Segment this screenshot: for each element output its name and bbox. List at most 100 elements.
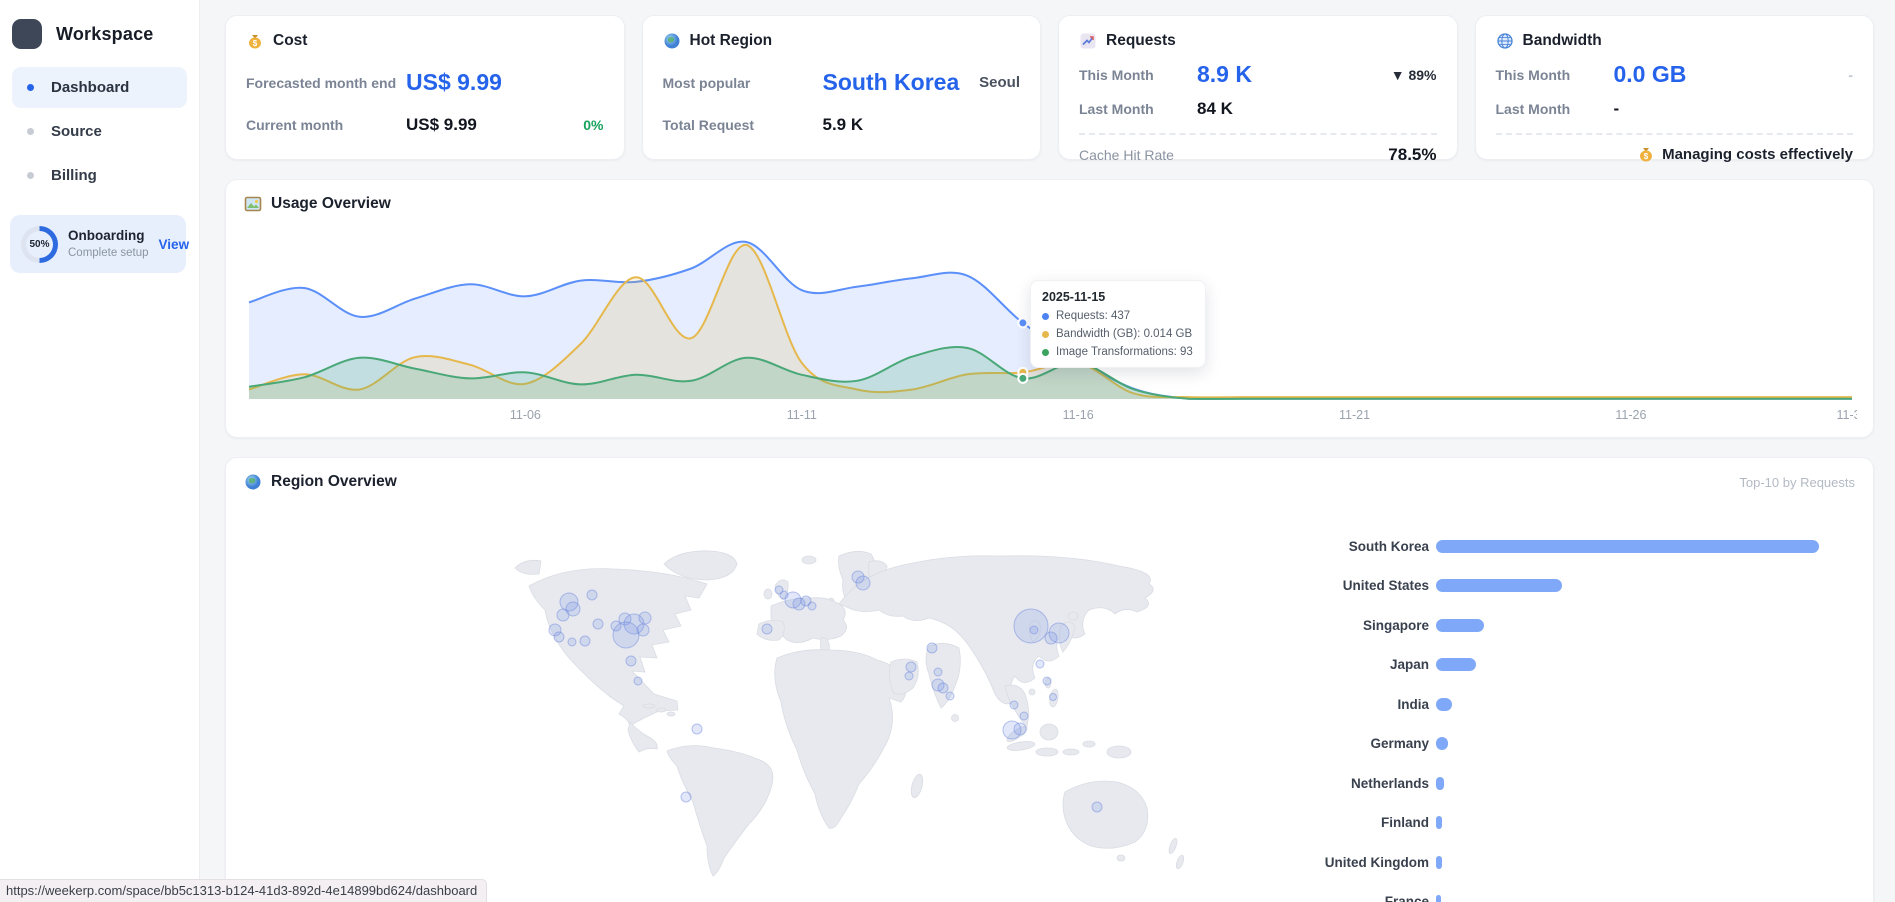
panel-title: Region Overview [271,473,397,491]
region-bar-label: United States [1210,578,1429,593]
map-bubble [1003,721,1021,739]
row-label: Last Month [1496,101,1614,117]
region-bar-row: Netherlands [1210,773,1860,793]
cost-change-badge: 0% [583,117,603,133]
map-bubble [1036,660,1044,668]
popular-region-value: South Korea [823,69,960,96]
map-bubble [580,636,590,646]
tooltip-row-label: Image Transformations: 93 [1056,346,1193,358]
region-bar[interactable] [1436,658,1476,671]
map-bubble [681,792,691,802]
row-label: This Month [1496,67,1614,83]
region-bar-row: India [1210,694,1860,714]
map-bubble [1045,632,1057,644]
globe-icon [663,32,681,50]
map-bubble [1020,712,1028,720]
map-bubble [1092,802,1102,812]
map-bubble [568,638,576,646]
region-bar-row: United Kingdom [1210,852,1860,872]
row-label: Current month [246,117,406,133]
money-bag-icon: $ [1637,145,1655,163]
region-bar-chart: South Korea United States Singapore Japan In… [1210,536,1860,902]
region-bar[interactable] [1436,619,1484,632]
map-bubble [1050,694,1057,701]
region-bar[interactable] [1436,816,1442,829]
workspace-name: Workspace [56,24,154,45]
total-request-value: 5.9 K [823,115,864,135]
map-bubble [557,609,569,621]
region-bar[interactable] [1436,698,1452,711]
map-bubble [934,668,942,676]
sidebar-item-source[interactable]: Source [12,111,187,152]
forecast-value: US$ 9.99 [406,69,502,96]
link-status-url: https://weekerp.com/space/bb5c1313-b124-… [0,879,487,902]
region-bar[interactable] [1436,856,1442,869]
workspace-header[interactable]: Workspace [0,0,199,63]
bandwidth-last-month-value: - [1614,99,1620,119]
hover-marker-icon [1018,374,1027,383]
map-bubble [905,672,913,680]
map-bubble [1010,701,1018,709]
tooltip-row: Requests: 437 [1042,310,1194,322]
bandwidth-card: Bandwidth This Month 0.0 GB - Last Month… [1475,15,1875,160]
onboarding-card[interactable]: 50% Onboarding Complete setup View [10,215,186,273]
row-label: This Month [1079,67,1197,83]
world-map [509,546,1192,886]
sidebar-item-billing[interactable]: Billing [12,155,187,196]
series-dot-icon [1042,331,1049,338]
x-axis-tick: 11-11 [787,408,817,422]
region-bar-row: Singapore [1210,615,1860,635]
region-bar[interactable] [1436,777,1444,790]
map-bubble [587,590,597,600]
tooltip-row-label: Requests: 437 [1056,310,1130,322]
sidebar-nav: Dashboard Source Billing [0,63,199,203]
onboarding-progress-value: 50% [26,231,53,258]
onboarding-view-link[interactable]: View [159,237,190,252]
map-bubble [938,683,948,693]
row-label: Total Request [663,117,823,133]
region-bar-label: Japan [1210,657,1429,672]
region-bar[interactable] [1436,895,1441,902]
requests-last-month-value: 84 K [1197,99,1233,119]
card-title: Requests [1106,32,1176,50]
onboarding-subtitle: Complete setup [68,247,149,260]
region-bar-label: United Kingdom [1210,855,1429,870]
chart-up-icon [1079,32,1097,50]
row-label: Most popular [663,75,823,91]
current-month-value: US$ 9.99 [406,115,477,135]
region-bar-row: South Korea [1210,536,1860,556]
stat-cards-row: $ Cost Forecasted month end US$ 9.99 Cur… [225,15,1874,160]
nav-dot-icon [27,172,34,179]
nav-dot-icon [27,128,34,135]
map-bubble [626,656,636,666]
chart-tooltip: 2025-11-15 Requests: 437 Bandwidth (GB):… [1030,280,1206,368]
region-bar-label: Germany [1210,736,1429,751]
onboarding-progress-ring: 50% [21,226,58,263]
card-divider [1496,133,1854,135]
nav-dot-icon [27,84,34,91]
card-divider [1079,133,1437,135]
map-bubble [692,724,702,734]
bandwidth-footer-note: Managing costs effectively [1662,146,1853,163]
region-bar[interactable] [1436,579,1562,592]
map-bubble [856,576,870,590]
map-bubble [1043,677,1051,685]
cache-hit-label: Cache Hit Rate [1079,147,1174,163]
region-bar-label: South Korea [1210,539,1429,554]
region-bar[interactable] [1436,540,1819,553]
x-axis-tick: 11-30 [1836,408,1857,422]
map-bubble [593,619,603,629]
tooltip-date: 2025-11-15 [1042,290,1194,304]
map-bubble [906,662,916,672]
picture-icon [244,195,262,213]
sidebar-item-label: Source [51,123,102,140]
globe-meridians-icon [1496,32,1514,50]
onboarding-texts: Onboarding Complete setup [68,229,149,259]
svg-text:$: $ [1644,152,1649,161]
map-bubble [762,624,772,634]
sidebar-item-dashboard[interactable]: Dashboard [12,67,187,108]
region-bar[interactable] [1436,737,1448,750]
x-axis-tick: 11-21 [1339,408,1370,422]
region-overview-panel: Region Overview Top-10 by Requests [225,457,1874,902]
region-bar-row: France [1210,892,1860,902]
